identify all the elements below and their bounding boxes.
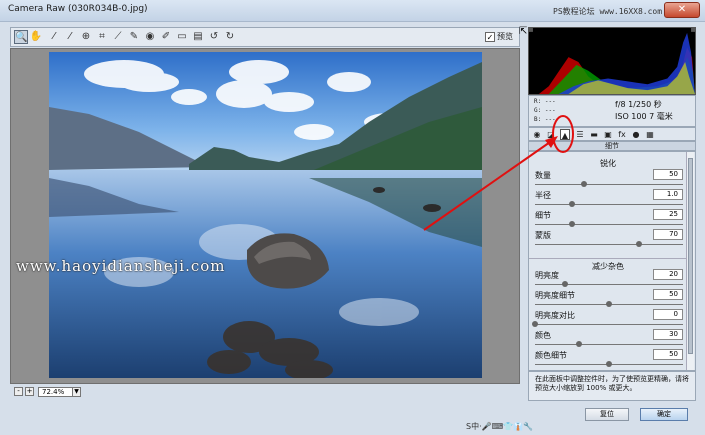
- slider-value-input[interactable]: 50: [653, 289, 683, 300]
- slider-label: 数量: [535, 171, 551, 180]
- input-method-bar[interactable]: S中·🎤⌨👕👔🔧: [466, 421, 586, 435]
- rotate-cw-icon[interactable]: ↻: [223, 30, 237, 44]
- tab-camera-calibration-icon[interactable]: ●: [631, 129, 641, 140]
- slider-value-input[interactable]: 30: [653, 329, 683, 340]
- histogram: [528, 27, 696, 95]
- slider-label: 颜色细节: [535, 351, 567, 360]
- tab-basic-icon[interactable]: ◉: [532, 129, 542, 140]
- color-sampler-icon[interactable]: ⁄: [63, 30, 77, 44]
- zoom-in-button[interactable]: +: [25, 387, 34, 396]
- slider-thumb[interactable]: [580, 181, 587, 187]
- iso-focal-info: ISO 100 7 毫米: [615, 112, 673, 121]
- readout-g: G: ---: [534, 107, 556, 114]
- zoom-out-button[interactable]: -: [14, 387, 23, 396]
- slider-value-input[interactable]: 50: [653, 169, 683, 180]
- zoom-hint-note: 在此面板中调整控件时，为了使预览更精确，请将预览大小缩放到 100% 或更大。: [528, 371, 696, 401]
- readout-b: B: ---: [534, 116, 556, 123]
- reset-button[interactable]: 复位: [585, 408, 629, 421]
- site-tag: PS教程论坛 www.16XX8.com: [553, 7, 663, 16]
- toolbar: 🔍 ✋ ⁄ ⁄ ⊕ ⌗ ⟋ ✎ ◉ ✐ ▭ ▤ ↺ ↻ ✓ 预览 ⇱: [10, 26, 527, 47]
- slider-label: 明亮度细节: [535, 291, 575, 300]
- slider-thumb[interactable]: [532, 321, 538, 327]
- title-bar: Camera Raw (030R034B-0.jpg) PS教程论坛 www.1…: [0, 0, 705, 22]
- detail-panel: 锐化 数量 50 半径 1.0 细节 25 蒙版 70 减少杂色 明亮度 20 明亮度细节 50 明亮…: [528, 151, 696, 371]
- slider-track[interactable]: [535, 344, 683, 345]
- slider-track[interactable]: [535, 224, 683, 225]
- slider-track[interactable]: [535, 244, 683, 245]
- tab-tone-curve-icon[interactable]: ◪: [546, 129, 556, 140]
- tab-presets-icon[interactable]: ▦: [645, 129, 655, 140]
- slider-value-input[interactable]: 70: [653, 229, 683, 240]
- slider-label: 明亮度: [535, 271, 559, 280]
- slider-label: 蒙版: [535, 231, 551, 240]
- sharpen-title: 锐化: [600, 159, 616, 168]
- close-button[interactable]: ✕: [664, 2, 700, 18]
- slider-label: 细节: [535, 211, 551, 220]
- slider-row: 颜色细节 50: [535, 349, 683, 370]
- red-eye-icon[interactable]: ◉: [143, 30, 157, 44]
- straighten-icon[interactable]: ⟋: [111, 30, 125, 44]
- spot-removal-icon[interactable]: ✎: [127, 30, 141, 44]
- panel-tabs: ◉ ◪ ▲ ☰ ▬ ▣ fx ● ▦: [528, 127, 696, 141]
- panel-title: 细节: [528, 141, 696, 151]
- white-balance-icon[interactable]: ⁄: [47, 30, 61, 44]
- slider-thumb[interactable]: [606, 301, 612, 307]
- tab-lens-corrections-icon[interactable]: ▣: [603, 129, 613, 140]
- slider-track[interactable]: [535, 204, 683, 205]
- exposure-info: f/8 1/250 秒: [615, 100, 662, 109]
- slider-track[interactable]: [535, 324, 683, 325]
- target-adjust-icon[interactable]: ⊕: [79, 30, 93, 44]
- slider-value-input[interactable]: 0: [653, 309, 683, 320]
- panel-scrollbar[interactable]: [686, 152, 694, 370]
- adjustment-brush-icon[interactable]: ✐: [159, 30, 173, 44]
- slider-row: 蒙版 70: [535, 229, 683, 252]
- tab-fx-icon[interactable]: fx: [617, 129, 627, 140]
- zoom-dropdown-icon[interactable]: ▼: [72, 387, 81, 397]
- tab-split-toning-icon[interactable]: ▬: [589, 129, 599, 140]
- slider-value-input[interactable]: 1.0: [653, 189, 683, 200]
- crop-icon[interactable]: ⌗: [95, 30, 109, 44]
- landscape-photo: [49, 52, 482, 378]
- slider-thumb[interactable]: [569, 221, 575, 227]
- slider-thumb[interactable]: [569, 201, 575, 207]
- readout-r: R: ---: [534, 98, 556, 105]
- rotate-ccw-icon[interactable]: ↺: [207, 30, 221, 44]
- slider-thumb[interactable]: [576, 341, 583, 347]
- tab-detail-icon[interactable]: ▲: [560, 129, 570, 140]
- slider-thumb[interactable]: [561, 281, 568, 287]
- preview-checkbox[interactable]: ✓: [485, 32, 495, 42]
- camera-raw-window: Camera Raw (030R034B-0.jpg) PS教程论坛 www.1…: [0, 0, 705, 435]
- slider-thumb[interactable]: [606, 361, 612, 367]
- zoom-tool-icon[interactable]: 🔍: [14, 30, 28, 44]
- slider-label: 明亮度对比: [535, 311, 575, 320]
- preferences-icon[interactable]: ▤: [191, 30, 205, 44]
- image-preview[interactable]: www.haoyidiansheji.com: [10, 48, 520, 384]
- slider-track[interactable]: [535, 284, 683, 285]
- slider-label: 半径: [535, 191, 551, 200]
- slider-value-input[interactable]: 25: [653, 209, 683, 220]
- preview-label: 预览: [497, 32, 513, 41]
- window-title: Camera Raw (030R034B-0.jpg): [8, 4, 148, 14]
- watermark-text: www.haoyidiansheji.com: [16, 257, 226, 275]
- slider-thumb[interactable]: [635, 241, 642, 247]
- slider-label: 颜色: [535, 331, 551, 340]
- slider-track[interactable]: [535, 184, 683, 185]
- graduated-filter-icon[interactable]: ▭: [175, 30, 189, 44]
- tab-hsl-icon[interactable]: ☰: [575, 129, 585, 140]
- scroll-thumb[interactable]: [688, 158, 693, 354]
- slider-value-input[interactable]: 50: [653, 349, 683, 360]
- ok-button[interactable]: 确定: [640, 408, 688, 421]
- hand-tool-icon[interactable]: ✋: [29, 30, 43, 44]
- camera-info: R: --- G: --- B: --- f/8 1/250 秒 ISO 100…: [528, 95, 696, 127]
- slider-value-input[interactable]: 20: [653, 269, 683, 280]
